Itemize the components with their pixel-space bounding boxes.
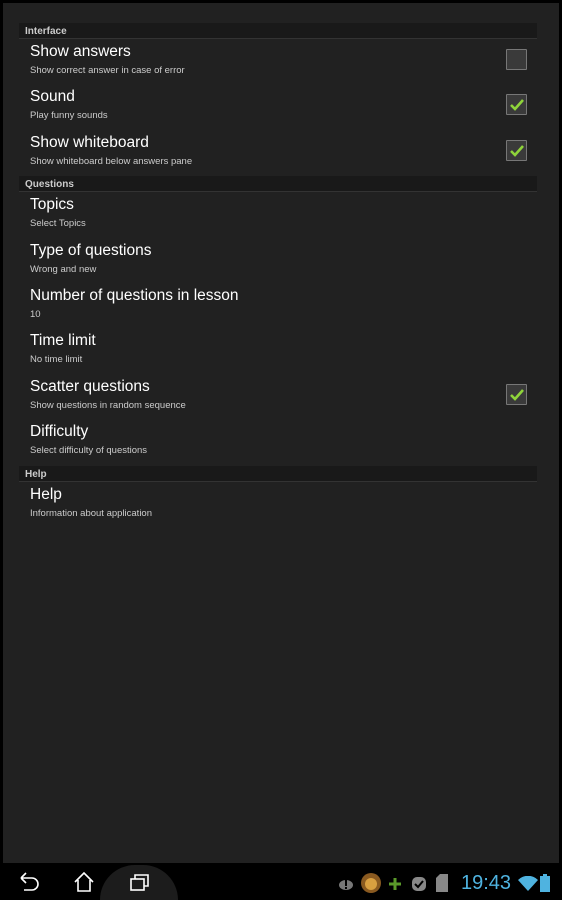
pref-show-answers[interactable]: Show answers Show correct answer in case … [19, 40, 537, 85]
pref-title: Scatter questions [30, 377, 150, 395]
recent-apps-icon[interactable] [128, 871, 152, 893]
section-header-help: Help [19, 465, 537, 482]
pref-title: Help [30, 485, 62, 503]
checkmark-icon [510, 388, 524, 401]
sd-card-icon [436, 874, 448, 892]
pref-summary: No time limit [30, 354, 83, 366]
pref-show-whiteboard[interactable]: Show whiteboard Show whiteboard below ans… [19, 131, 537, 176]
pref-help[interactable]: Help Information about application [19, 483, 537, 528]
check-badge-icon [412, 877, 426, 891]
pref-summary: Wrong and new [30, 263, 97, 275]
checkmark-icon [510, 99, 524, 112]
pref-summary: Select Topics [30, 218, 86, 230]
pref-summary: Show whiteboard below answers pane [30, 155, 193, 167]
pref-title: Sound [30, 88, 75, 106]
checkbox[interactable] [506, 94, 527, 116]
pref-topics[interactable]: Topics Select Topics [19, 193, 537, 238]
warning-cloud-icon [339, 880, 353, 890]
pref-summary: Select difficulty of questions [30, 445, 148, 457]
lion-app-icon [361, 873, 381, 893]
pref-summary: Play funny sounds [30, 110, 108, 122]
plus-icon [389, 878, 401, 890]
battery-icon [540, 874, 550, 892]
checkbox[interactable] [506, 383, 527, 405]
pref-summary: 10 [30, 309, 41, 320]
pref-title: Type of questions [30, 241, 152, 259]
pref-title: Topics [30, 196, 74, 214]
pref-title: Difficulty [30, 423, 89, 441]
pref-time-limit[interactable]: Time limit No time limit [19, 329, 537, 374]
pref-type-of-questions[interactable]: Type of questions Wrong and new [19, 239, 537, 284]
pref-summary: Show correct answer in case of error [30, 65, 185, 76]
pref-summary: Show questions in random sequence [30, 399, 186, 411]
section-header-questions: Questions [19, 176, 537, 193]
checkmark-icon [510, 144, 524, 157]
pref-title: Show answers [30, 43, 131, 60]
section-header-interface: Interface [19, 23, 537, 39]
pref-summary: Information about application [30, 507, 152, 519]
pref-title: Number of questions in lesson [30, 287, 239, 304]
wifi-icon [518, 876, 538, 891]
pref-title: Show whiteboard [30, 133, 149, 151]
pref-title: Time limit [30, 332, 96, 350]
home-icon[interactable] [72, 871, 96, 893]
checkbox[interactable] [506, 49, 527, 70]
back-icon[interactable] [17, 871, 41, 893]
pref-number-of-questions-in-lesson[interactable]: Number of questions in lesson 10 [19, 284, 537, 329]
pref-scatter-questions[interactable]: Scatter questions Show questions in rando… [19, 375, 537, 420]
checkbox[interactable] [506, 139, 527, 161]
pref-difficulty[interactable]: Difficulty Select difficulty of questions [19, 420, 537, 465]
system-bar: 19:43 [0, 865, 562, 900]
clock: 19:43 [461, 872, 512, 894]
pref-sound[interactable]: Sound Play funny sounds [19, 85, 537, 130]
